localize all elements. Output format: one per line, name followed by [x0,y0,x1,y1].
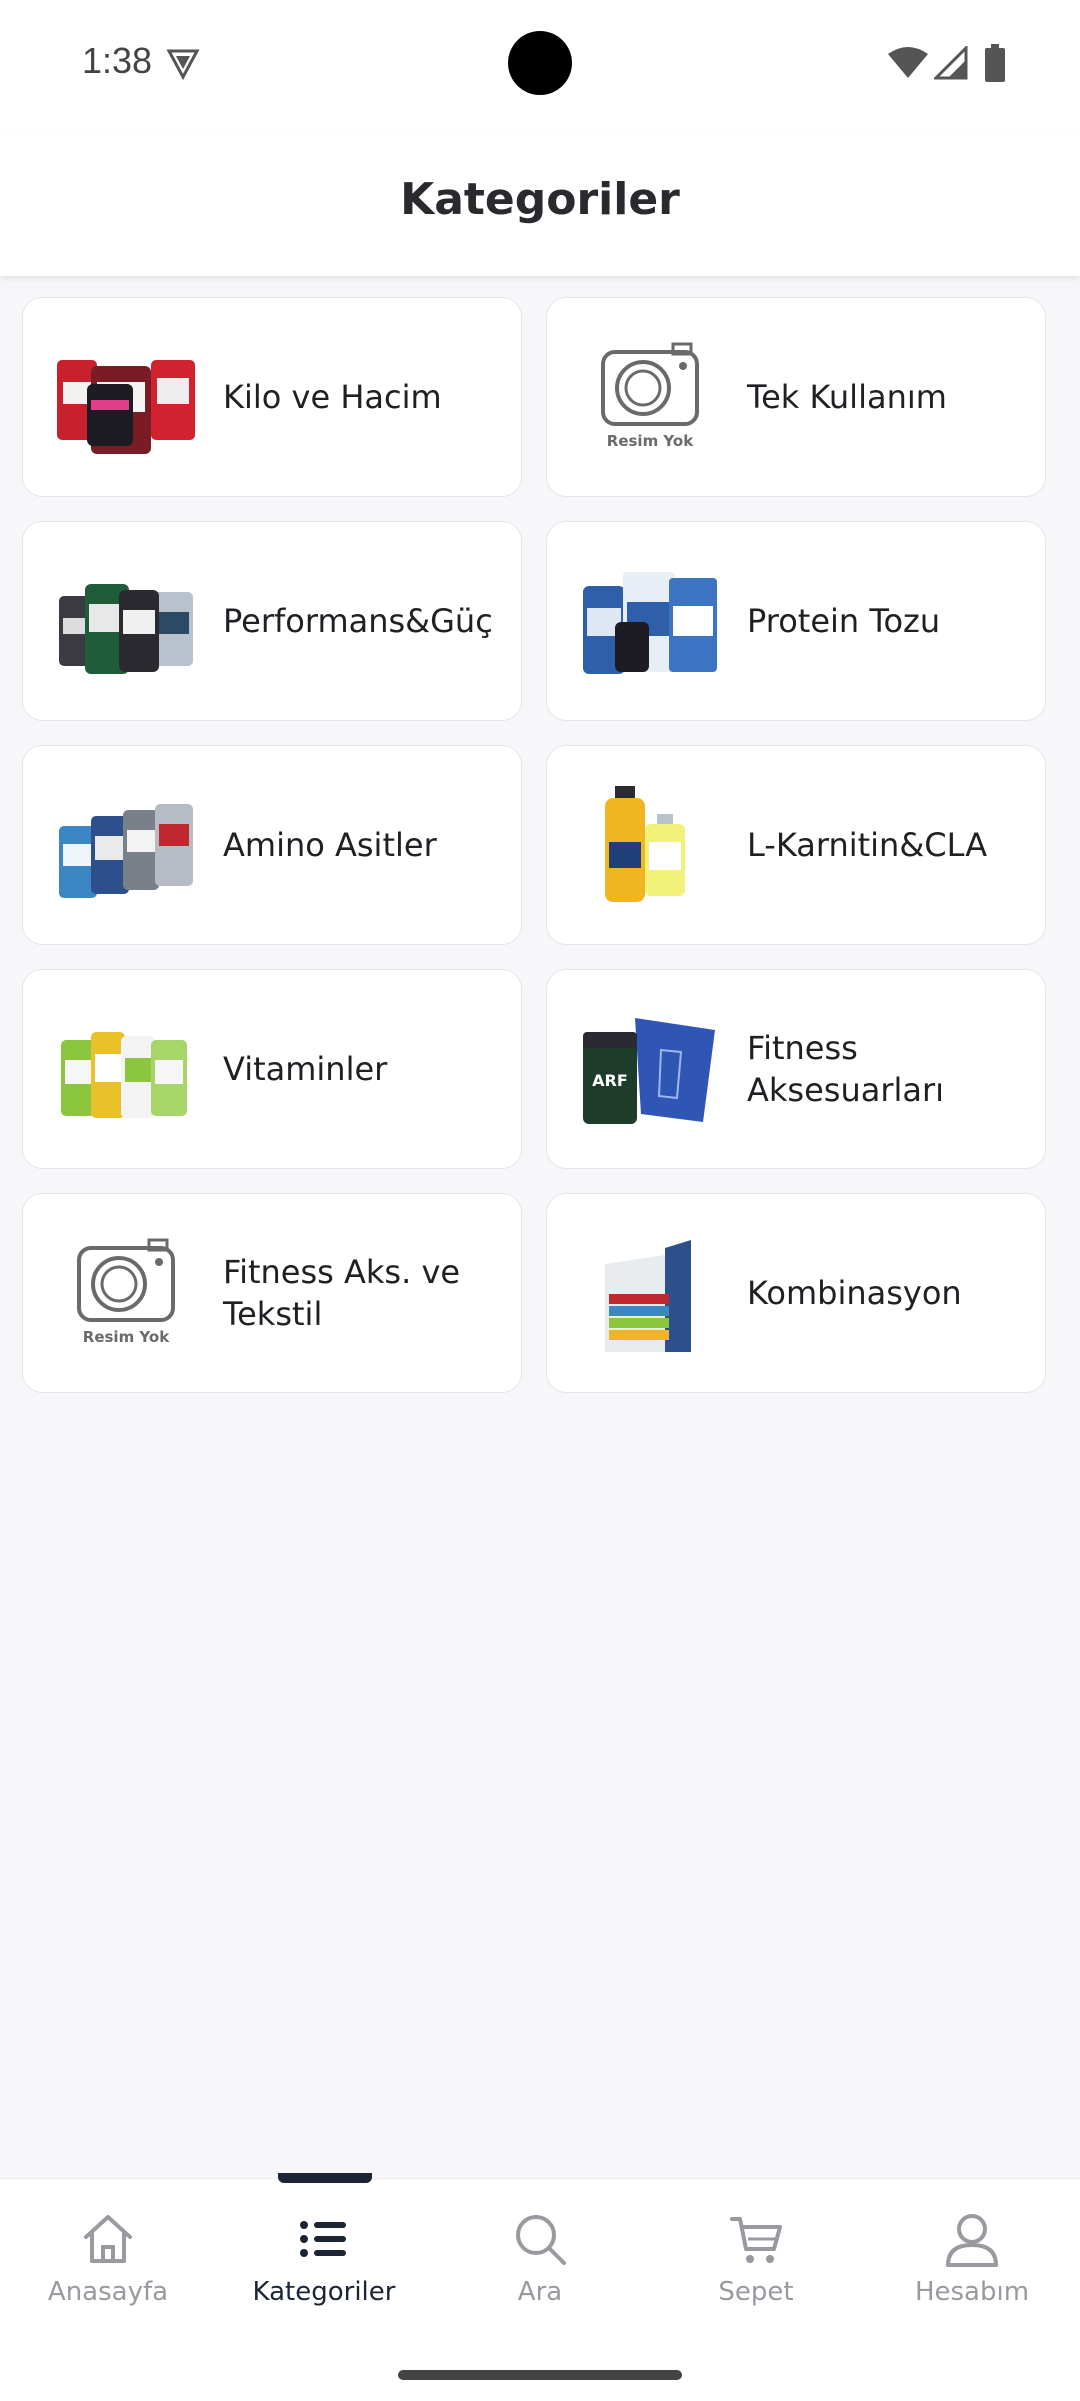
category-card-performans-guc[interactable]: Performans&Güç [22,521,522,721]
category-label: Protein Tozu [747,602,941,640]
nav-tab-ara[interactable]: Ara [440,2209,640,2319]
product-boxes-blue-icon [583,572,717,674]
nav-label: Ara [517,2277,563,2307]
nav-tab-hesabim[interactable]: Hesabım [872,2209,1072,2319]
product-bottles-yellow-icon [605,786,685,902]
bottom-navigation: Anasayfa Kategoriler Ara Sepet Hesabım [0,2173,1080,2401]
cart-icon [730,2217,782,2263]
product-jars-green-icon [61,1032,187,1118]
category-card-vitaminler[interactable]: Vitaminler [22,969,522,1169]
no-image-camera-icon: Resim Yok [77,1238,175,1346]
product-jars-red-icon [57,360,195,454]
svg-text:ARF: ARF [592,1071,628,1090]
page-title: Kategoriler [400,174,680,225]
gesture-home-bar[interactable] [398,2370,682,2380]
camera-cutout [508,31,572,95]
battery-icon [985,44,1005,82]
category-card-kilo-ve-hacim[interactable]: Kilo ve Hacim [22,297,522,497]
no-image-caption: Resim Yok [83,1328,170,1346]
no-image-camera-icon: Resim Yok [601,342,699,450]
status-time: 1:38 [82,40,153,81]
user-icon [946,2214,998,2267]
home-icon [84,2215,132,2263]
nav-tab-kategoriler[interactable]: Kategoriler [224,2209,424,2319]
category-label: Tek Kullanım [747,378,947,416]
shaker-and-bag-icon: ARF [583,1018,715,1124]
signal-icon [934,46,968,80]
nav-tab-anasayfa[interactable]: Anasayfa [8,2209,208,2319]
app-header: Kategoriler [0,130,1080,276]
nav-label: Hesabım [914,2277,1030,2307]
category-label: Amino Asitler [223,826,437,864]
category-grid: Kilo ve Hacim Resim Yok Tek Kullanım Per… [22,297,1046,1393]
category-card-l-karnitin-cla[interactable]: L-Karnitin&CLA [546,745,1046,945]
category-card-tek-kullanim[interactable]: Resim Yok Tek Kullanım [546,297,1046,497]
nav-label: Sepet [718,2277,794,2307]
category-card-kombinasyon[interactable]: Kombinasyon [546,1193,1046,1393]
product-jars-dark-icon [59,584,193,674]
category-card-fitness-aksesuarlari[interactable]: ARF Fitness Aksesuarları [546,969,1046,1169]
no-image-caption: Resim Yok [607,432,694,450]
category-label: L-Karnitin&CLA [747,826,988,864]
category-card-protein-tozu[interactable]: Protein Tozu [546,521,1046,721]
search-icon [516,2215,566,2265]
category-label: Kilo ve Hacim [223,378,442,416]
list-icon [300,2221,346,2257]
status-bar: 1:38 [0,0,1080,130]
vpn-shield-icon [166,49,200,80]
active-tab-indicator [278,2173,372,2183]
category-label: Performans&Güç [223,602,493,640]
nav-tab-sepet[interactable]: Sepet [656,2209,856,2319]
category-label: Fitness Aks. ve Tekstil [223,1253,461,1333]
display-stand-icon [605,1240,691,1352]
nav-label: Kategoriler [252,2277,396,2307]
category-label: Fitness Aksesuarları [747,1029,945,1109]
category-label: Kombinasyon [747,1274,962,1312]
product-jars-blue-icon [59,804,193,898]
nav-label: Anasayfa [47,2277,169,2307]
wifi-icon [888,47,928,78]
category-label: Vitaminler [223,1050,388,1088]
category-card-amino-asitler[interactable]: Amino Asitler [22,745,522,945]
category-card-fitness-aks-ve-tekstil[interactable]: Resim Yok Fitness Aks. ve Tekstil [22,1193,522,1393]
